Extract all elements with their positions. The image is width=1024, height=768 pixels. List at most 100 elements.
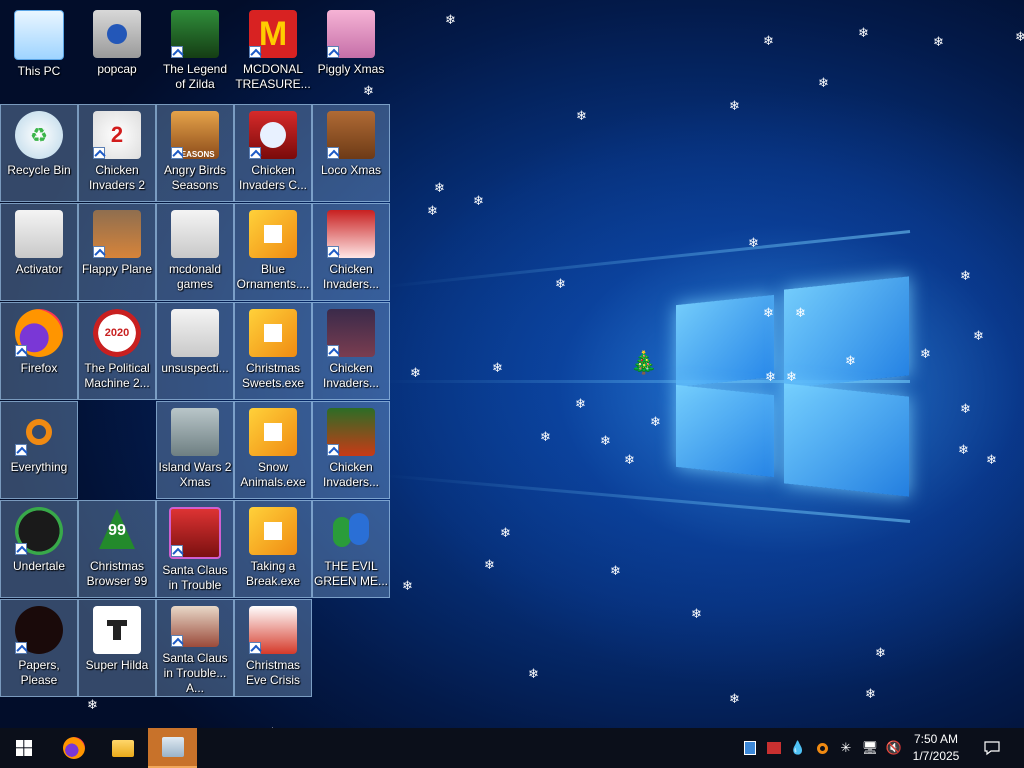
taskbar-file-explorer-button[interactable]: [99, 728, 147, 768]
desktop-icon-papers-please[interactable]: Papers, Please: [0, 599, 78, 697]
desktop-icon-this-pc[interactable]: This PC: [0, 4, 78, 102]
taskbar-clock[interactable]: 7:50 AM 1/7/2025: [906, 731, 966, 765]
snowflake-icon: ❄: [875, 646, 886, 661]
desktop-icon-mcdonald-games[interactable]: mcdonald games: [156, 203, 234, 301]
desktop-icon-political-machine[interactable]: 2020 The Political Machine 2...: [78, 302, 156, 400]
snowflake-icon: ❄: [865, 687, 876, 702]
messenger-icon: [327, 507, 375, 555]
computer-icon: [14, 10, 64, 60]
desktop-icon-evil-green-me[interactable]: THE EVIL GREEN ME...: [312, 500, 390, 598]
desktop-icon-flappy-plane[interactable]: Flappy Plane: [78, 203, 156, 301]
file-explorer-icon: [112, 739, 134, 757]
desktop-icon-mcdonal-treasure[interactable]: M MCDONAL TREASURE...: [234, 4, 312, 102]
desktop-icon-legend-of-zilda[interactable]: The Legend of Zilda: [156, 4, 234, 102]
snowflake-icon: ❄: [729, 99, 740, 114]
taskbar-firefox-button[interactable]: [50, 728, 98, 768]
desktop-icon-chicken-invaders-2[interactable]: 2 Chicken Invaders 2: [78, 104, 156, 202]
taskbar-active-app-button[interactable]: [148, 728, 197, 768]
desktop-icon-chicken-invaders-5[interactable]: Chicken Invaders...: [312, 401, 390, 499]
desktop-icon-taking-a-break[interactable]: Taking a Break.exe: [234, 500, 312, 598]
shortcut-arrow-icon: [15, 642, 27, 654]
desktop-icon-super-hilda[interactable]: Super Hilda: [78, 599, 156, 697]
volume-muted-icon[interactable]: 🔇: [886, 740, 902, 756]
shortcut-arrow-icon: [93, 147, 105, 159]
app-tray-icon[interactable]: [766, 740, 782, 756]
snowflake-icon: ❄: [500, 526, 511, 541]
desktop-icon-santa-claus-in-trouble-a[interactable]: Santa Claus in Trouble... A...: [156, 599, 234, 697]
desktop-icon-undertale[interactable]: Undertale: [0, 500, 78, 598]
desktop-icon-recycle-bin[interactable]: ♻ Recycle Bin: [0, 104, 78, 202]
snowflake-icon: ❄: [960, 402, 971, 417]
desktop-icon-angry-birds-seasons[interactable]: SEASONS Angry Birds Seasons: [156, 104, 234, 202]
snowflake-icon: ❄: [434, 181, 445, 196]
droplet-icon[interactable]: 💧: [790, 740, 806, 756]
desktop-icon-piggly-xmas[interactable]: Piggly Xmas: [312, 4, 390, 102]
desktop-icon-christmas-browser-99[interactable]: 99 Christmas Browser 99: [78, 500, 156, 598]
search-tray-icon[interactable]: [814, 740, 830, 756]
shortcut-arrow-icon: [171, 545, 183, 557]
app-icon: [161, 737, 184, 757]
network-wired-icon[interactable]: 🖥: [862, 740, 879, 756]
desktop-icon-firefox[interactable]: Firefox: [0, 302, 78, 400]
snowflake-icon: ❄: [87, 698, 98, 713]
desktop-icon-chicken-invaders-3[interactable]: Chicken Invaders...: [312, 203, 390, 301]
desktop-icon-christmas-eve-crisis[interactable]: Christmas Eve Crisis: [234, 599, 312, 697]
christmas-tree-icon: 99: [93, 507, 141, 555]
pig-icon: [327, 10, 375, 58]
snowflake-icon: ❄: [555, 277, 566, 292]
snowflake-icon: ❄: [402, 579, 413, 594]
desktop-icon-unsuspecti[interactable]: unsuspecti...: [156, 302, 234, 400]
snowflake-icon: ❄: [610, 564, 621, 579]
network-icon[interactable]: [742, 740, 758, 756]
plane-game-icon: [93, 210, 141, 258]
santa-icon: [171, 606, 219, 647]
tree-cursor-icon: 🎄: [630, 350, 658, 375]
snowflake-icon: ❄: [986, 453, 997, 468]
desktop-icon-santa-claus-in-trouble[interactable]: Santa Claus in Trouble: [156, 500, 234, 598]
snowflake-icon: ❄: [920, 347, 931, 362]
snowflake-icon: ❄: [818, 76, 829, 91]
exe-puzzle-icon: [249, 309, 297, 357]
desktop-icon-chicken-invaders-c[interactable]: Chicken Invaders C...: [234, 104, 312, 202]
desktop-icon-everything[interactable]: Everything: [0, 401, 78, 499]
shortcut-arrow-icon: [249, 642, 261, 654]
snowflake-icon: ❄: [650, 415, 661, 430]
desktop-icon-chicken-invaders-4[interactable]: Chicken Invaders...: [312, 302, 390, 400]
snowflake-icon: ❄: [960, 269, 971, 284]
snowflake-icon: ❄: [473, 194, 484, 209]
firefox-icon: [63, 737, 85, 759]
windows-logo-pane: [676, 384, 774, 478]
snowflake-icon: ❄: [958, 443, 969, 458]
start-button[interactable]: [0, 728, 48, 768]
desktop-icon-popcap[interactable]: popcap: [78, 4, 156, 102]
desktop-icon-christmas-sweets[interactable]: Christmas Sweets.exe: [234, 302, 312, 400]
shortcut-arrow-icon: [327, 246, 339, 258]
shortcut-arrow-icon: [327, 147, 339, 159]
snowflake-icon: ❄: [540, 430, 551, 445]
desktop-icon-activator[interactable]: Activator: [0, 203, 78, 301]
snowflake-icon: ❄: [427, 204, 438, 219]
shortcut-arrow-icon: [249, 147, 261, 159]
snowflake-icon: ❄: [575, 397, 586, 412]
desktop-icon-blue-ornaments[interactable]: Blue Ornaments....: [234, 203, 312, 301]
desktop-icon-loco-xmas[interactable]: Loco Xmas: [312, 104, 390, 202]
notification-center-button[interactable]: [976, 728, 1008, 768]
papers-please-icon: [15, 606, 63, 654]
snowflake-icon: ❄: [445, 13, 456, 28]
clock-date: 1/7/2025: [912, 749, 960, 763]
mcdonalds-logo-icon: M: [249, 10, 297, 58]
folder-icon: [171, 309, 219, 357]
desktop-icon-snow-animals[interactable]: Snow Animals.exe: [234, 401, 312, 499]
exe-puzzle-icon: [249, 507, 297, 555]
sparkle-icon[interactable]: ✳: [838, 740, 854, 756]
desktop-icon-island-wars-2-xmas[interactable]: Island Wars 2 Xmas: [156, 401, 234, 499]
island-game-icon: [171, 408, 219, 456]
snowflake-icon: ❄: [973, 329, 984, 344]
light-beam: [382, 230, 911, 289]
exe-puzzle-icon: [249, 408, 297, 456]
undertale-character-icon: [15, 507, 63, 555]
snowflake-icon: ❄: [933, 35, 944, 50]
taskbar: 💧 ✳ 🖥 🔇 7:50 AM 1/7/2025: [0, 728, 1024, 768]
windows-logo-pane: [676, 294, 774, 388]
windows-logo-pane: [784, 383, 909, 497]
